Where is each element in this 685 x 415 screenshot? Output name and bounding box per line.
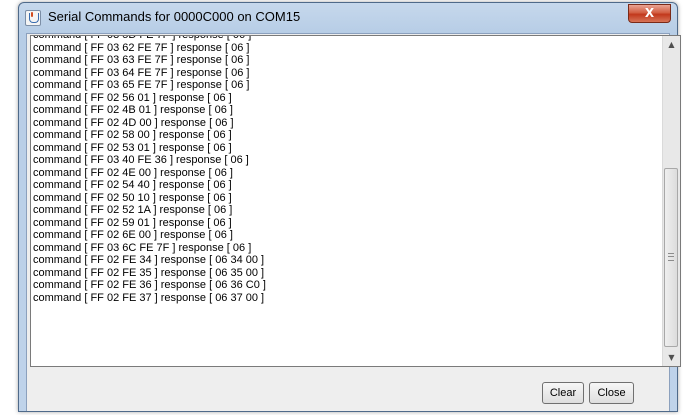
log-line: command [ FF 02 59 01 ] response [ 06 ] <box>33 216 232 229</box>
serial-commands-window: Serial Commands for 0000C000 on COM15 X … <box>18 2 681 412</box>
log-line: command [ FF 02 58 00 ] response [ 06 ] <box>33 129 232 141</box>
log-line: command [ FF 02 FE 37 ] response [ 06 37… <box>33 291 265 304</box>
log-line: command [ FF 02 4E 00 ] response [ 06 ] <box>33 166 233 179</box>
scrollbar-thumb[interactable] <box>664 168 678 347</box>
scroll-down-arrow-icon[interactable]: ▼ <box>663 349 680 366</box>
log-line: command [ FF 03 64 FE 7F ] response [ 06… <box>33 66 250 79</box>
log-line: command [ FF 03 65 FE 7F ] response [ 06… <box>33 79 250 91</box>
command-log-lines: command [ FF 03 5D FE 7F ] response [ 06… <box>33 36 662 304</box>
close-button[interactable]: Close <box>589 382 634 404</box>
close-icon[interactable]: X <box>628 4 671 23</box>
log-line: command [ FF 02 4B 01 ] response [ 06 ] <box>33 104 233 116</box>
scroll-up-arrow-icon[interactable]: ▲ <box>663 36 680 53</box>
log-line: command [ FF 03 63 FE 7F ] response [ 06… <box>33 54 250 66</box>
log-line: command [ FF 02 56 01 ] response [ 06 ] <box>33 91 232 104</box>
log-line: command [ FF 02 4D 00 ] response [ 06 ] <box>33 116 234 129</box>
log-line: command [ FF 02 FE 35 ] response [ 06 35… <box>33 266 265 279</box>
log-line: command [ FF 02 52 1A ] response [ 06 ] <box>33 204 233 216</box>
clear-button[interactable]: Clear <box>542 382 584 404</box>
log-line: command [ FF 02 50 10 ] response [ 06 ] <box>33 191 232 204</box>
log-line: command [ FF 02 FE 34 ] response [ 06 34… <box>33 254 265 266</box>
window-client-area: command [ FF 03 5D FE 7F ] response [ 06… <box>26 33 681 411</box>
log-line: command [ FF 02 53 01 ] response [ 06 ] <box>33 141 232 154</box>
log-line: command [ FF 02 FE 36 ] response [ 06 36… <box>33 279 266 291</box>
java-cup-icon <box>25 10 41 26</box>
vertical-scrollbar[interactable]: ▲ ▼ <box>662 36 680 366</box>
log-line: command [ FF 02 6E 00 ] response [ 06 ] <box>33 229 233 241</box>
log-line: command [ FF 03 40 FE 36 ] response [ 06… <box>33 154 249 166</box>
log-line: command [ FF 03 6C FE 7F ] response [ 06… <box>33 241 252 254</box>
log-line: command [ FF 03 62 FE 7F ] response [ 06… <box>33 41 250 54</box>
window-title: Serial Commands for 0000C000 on COM15 <box>48 9 301 24</box>
log-line: command [ FF 02 54 40 ] response [ 06 ] <box>33 179 232 191</box>
command-log[interactable]: command [ FF 03 5D FE 7F ] response [ 06… <box>30 35 681 367</box>
title-bar[interactable]: Serial Commands for 0000C000 on COM15 X <box>19 3 677 33</box>
scrollbar-grip-icon <box>668 253 674 261</box>
